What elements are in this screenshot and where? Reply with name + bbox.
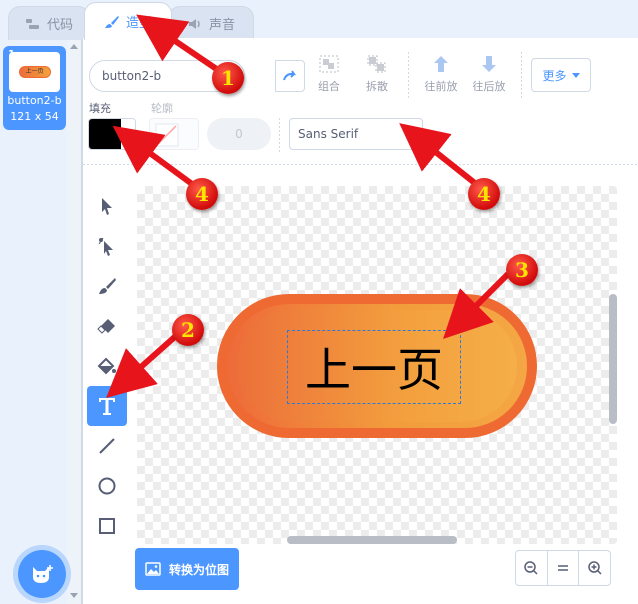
- annotation-marker-4a: 4: [186, 178, 218, 210]
- zoom-out-icon: [524, 561, 538, 575]
- ungroup-label: 拆散: [366, 80, 388, 93]
- zoom-out-button[interactable]: [516, 551, 548, 585]
- backward-button[interactable]: 往后放: [467, 54, 511, 98]
- scroll-down-icon[interactable]: [70, 593, 78, 598]
- reshape-icon: [98, 237, 113, 256]
- tab-code[interactable]: 代码: [8, 6, 90, 40]
- brush-tool[interactable]: [87, 266, 127, 306]
- more-button[interactable]: 更多: [531, 58, 591, 92]
- group-button[interactable]: 组合: [307, 54, 351, 98]
- arrow-cursor-icon: [102, 198, 112, 215]
- outline-color-picker[interactable]: [149, 118, 199, 150]
- tab-sounds-label: 声音: [208, 18, 235, 33]
- scroll-up-icon[interactable]: [70, 44, 78, 49]
- fill-color-swatch: [89, 119, 121, 149]
- redo-icon: [283, 70, 297, 81]
- zoom-in-button[interactable]: [579, 551, 610, 585]
- reshape-tool[interactable]: [87, 226, 127, 266]
- toolbar-separator: [83, 164, 638, 165]
- select-tool[interactable]: [87, 186, 127, 226]
- backward-label: 往后放: [472, 80, 506, 93]
- zoom-reset-button[interactable]: [548, 551, 580, 585]
- tab-bar: 代码 造型 声音: [0, 0, 638, 40]
- group-icon: [319, 55, 339, 73]
- costume-list: 上一页 1 button2-b 121 x 54: [0, 40, 82, 604]
- annotation-marker-1: 1: [212, 62, 244, 94]
- costume-thumbnail-button: 上一页: [18, 66, 51, 78]
- circle-tool[interactable]: [87, 466, 127, 506]
- toolbar-divider: [408, 52, 409, 98]
- fill-label: 填充: [89, 102, 111, 115]
- tab-costumes-label: 造型: [125, 16, 152, 31]
- annotation-marker-2: 2: [172, 314, 204, 346]
- brush-icon: [99, 278, 116, 294]
- group-label: 组合: [318, 80, 340, 93]
- brush-icon: [104, 15, 119, 28]
- fill-tool[interactable]: [87, 346, 127, 386]
- equals-icon: [558, 565, 568, 571]
- code-icon: [25, 18, 39, 29]
- costume-thumbnail: 上一页: [9, 52, 60, 92]
- circle-icon: [98, 477, 116, 495]
- toolbar-divider: [521, 52, 522, 98]
- text-tool[interactable]: [87, 386, 127, 426]
- canvas-text-box[interactable]: 上一页: [287, 330, 461, 404]
- font-select[interactable]: Sans Serif: [289, 118, 423, 150]
- costume-size: 121 x 54: [10, 110, 59, 123]
- convert-to-bitmap-button[interactable]: 转换为位图: [135, 548, 239, 590]
- zoom-controls: [515, 550, 611, 586]
- canvas-vertical-scrollbar[interactable]: [609, 294, 617, 424]
- more-label: 更多: [542, 68, 567, 83]
- paint-editor: 组合 拆散 往前放 往后放 更多 填充 轮廓 0: [82, 38, 638, 604]
- redo-button[interactable]: [275, 60, 305, 92]
- canvas-horizontal-scrollbar[interactable]: [287, 536, 457, 544]
- outline-label: 轮廓: [151, 102, 173, 115]
- paint-editor-window: 代码 造型 声音 上一页 1 button2-b 121 x 54 button…: [0, 0, 638, 604]
- zoom-in-icon: [587, 561, 602, 575]
- eraser-icon: [97, 319, 115, 334]
- text-t-icon: [99, 398, 115, 415]
- line-icon: [99, 438, 115, 454]
- ungroup-icon: [367, 55, 386, 73]
- cat-icon: [33, 565, 53, 583]
- costume-item-selected[interactable]: 上一页 1 button2-b 121 x 54: [3, 46, 66, 130]
- arrow-up-icon: [434, 56, 448, 72]
- forward-label: 往前放: [424, 80, 458, 93]
- annotation-marker-4b: 4: [468, 178, 500, 210]
- chevron-down-icon: [406, 132, 414, 137]
- properties-divider: [279, 118, 280, 154]
- costume-number: 1: [8, 49, 15, 60]
- costume-name: button2-b: [7, 94, 62, 107]
- fill-color-picker[interactable]: [88, 118, 136, 150]
- chevron-down-icon: [123, 132, 129, 136]
- no-color-icon: [155, 123, 179, 147]
- tab-costumes[interactable]: 造型: [84, 2, 172, 40]
- add-costume-button[interactable]: [18, 550, 66, 598]
- line-tool[interactable]: [87, 426, 127, 466]
- ungroup-button[interactable]: 拆散: [355, 54, 399, 98]
- forward-button[interactable]: 往前放: [419, 54, 463, 98]
- tab-code-label: 代码: [46, 18, 73, 33]
- speaker-icon: [188, 18, 200, 29]
- outline-width-input[interactable]: 0: [207, 118, 271, 150]
- eraser-tool[interactable]: [87, 306, 127, 346]
- annotation-marker-3: 3: [506, 254, 538, 286]
- tab-sounds[interactable]: 声音: [168, 6, 254, 40]
- image-icon: [145, 562, 161, 576]
- font-select-value: Sans Serif: [298, 127, 359, 141]
- drawing-canvas[interactable]: 上一页: [137, 186, 617, 544]
- convert-label: 转换为位图: [168, 562, 229, 577]
- rectangle-icon: [99, 518, 115, 534]
- chevron-down-icon: [571, 72, 580, 78]
- costume-list-scrollbar[interactable]: [67, 40, 81, 604]
- rectangle-tool[interactable]: [87, 506, 127, 546]
- paint-bucket-icon: [97, 357, 116, 375]
- arrow-down-icon: [482, 56, 496, 72]
